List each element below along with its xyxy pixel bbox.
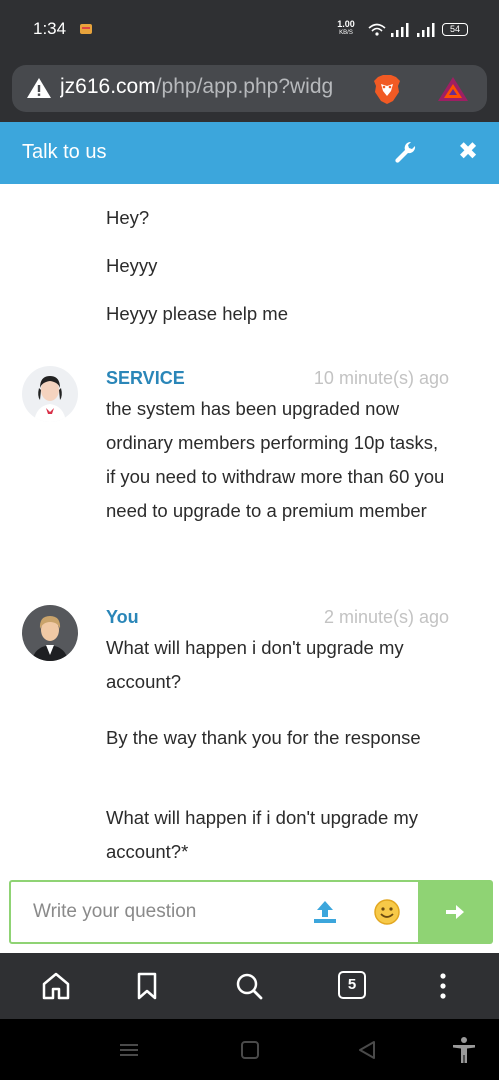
more-menu-icon[interactable] bbox=[427, 970, 459, 1002]
message-text: What will happen i don't upgrade my acco… bbox=[106, 637, 404, 692]
home-icon[interactable] bbox=[40, 970, 72, 1002]
network-speed-value: 1.00 bbox=[337, 19, 355, 29]
arrow-right-icon bbox=[446, 905, 464, 919]
chat-header: Talk to us ✖ bbox=[0, 122, 499, 184]
url-text[interactable]: jz616.com/php/app.php?widg bbox=[60, 75, 360, 99]
sender-name-service: SERVICE bbox=[106, 368, 185, 388]
system-back-icon[interactable] bbox=[356, 1040, 378, 1060]
status-time: 1:34 bbox=[33, 19, 67, 38]
message-list[interactable]: Hey? Heyyy Heyyy please help me SERVICE … bbox=[0, 184, 499, 880]
bookmark-icon[interactable] bbox=[131, 970, 163, 1002]
url-path: /php/app.php?widg bbox=[155, 75, 334, 98]
network-speed-unit: KB/S bbox=[339, 30, 353, 36]
user-avatar bbox=[22, 605, 78, 661]
search-icon[interactable] bbox=[233, 970, 265, 1002]
message-text: By the way thank you for the response bbox=[106, 727, 421, 748]
message-text: Heyyy bbox=[106, 255, 158, 276]
message-text: Heyyy please help me bbox=[106, 303, 289, 324]
browser-bottom-bar: 5 bbox=[0, 953, 499, 1019]
message-time: 10 minute(s) ago bbox=[313, 368, 449, 388]
browser-toolbar: jz616.com/php/app.php?widg bbox=[0, 58, 499, 122]
system-home-icon[interactable] bbox=[240, 1040, 260, 1060]
network-speed: 1.00 KB/S bbox=[334, 20, 358, 37]
message-time: 2 minute(s) ago bbox=[323, 607, 449, 627]
tabs-button[interactable]: 5 bbox=[338, 971, 366, 999]
address-bar[interactable]: jz616.com/php/app.php?widg bbox=[12, 65, 487, 112]
upload-icon[interactable] bbox=[311, 898, 339, 926]
sender-name-you: You bbox=[106, 607, 139, 627]
emoji-icon[interactable] bbox=[373, 898, 401, 926]
question-input[interactable] bbox=[33, 895, 293, 929]
message-composer bbox=[9, 880, 493, 944]
wrench-icon[interactable] bbox=[392, 139, 418, 165]
system-navigation-bar bbox=[0, 1019, 499, 1080]
url-host: jz616.com bbox=[60, 75, 156, 98]
recent-apps-icon[interactable] bbox=[118, 1040, 140, 1060]
message-text: the system has been upgraded now ordinar… bbox=[106, 398, 445, 521]
message-text: What will happen if i don't upgrade my a… bbox=[106, 807, 419, 862]
warning-icon[interactable] bbox=[26, 76, 52, 100]
rewards-icon[interactable] bbox=[436, 75, 470, 103]
brave-shields-icon[interactable] bbox=[370, 72, 404, 106]
message-text: Hey? bbox=[106, 207, 150, 228]
send-button[interactable] bbox=[418, 880, 493, 944]
app-notification-icon bbox=[80, 24, 92, 34]
chat-title: Talk to us bbox=[22, 141, 107, 163]
status-bar: 1:34 1.00 KB/S 54 bbox=[0, 0, 499, 58]
battery-indicator: 54 bbox=[442, 23, 468, 36]
accessibility-icon[interactable] bbox=[451, 1036, 477, 1064]
close-icon[interactable]: ✖ bbox=[456, 138, 480, 166]
service-avatar bbox=[22, 366, 78, 422]
